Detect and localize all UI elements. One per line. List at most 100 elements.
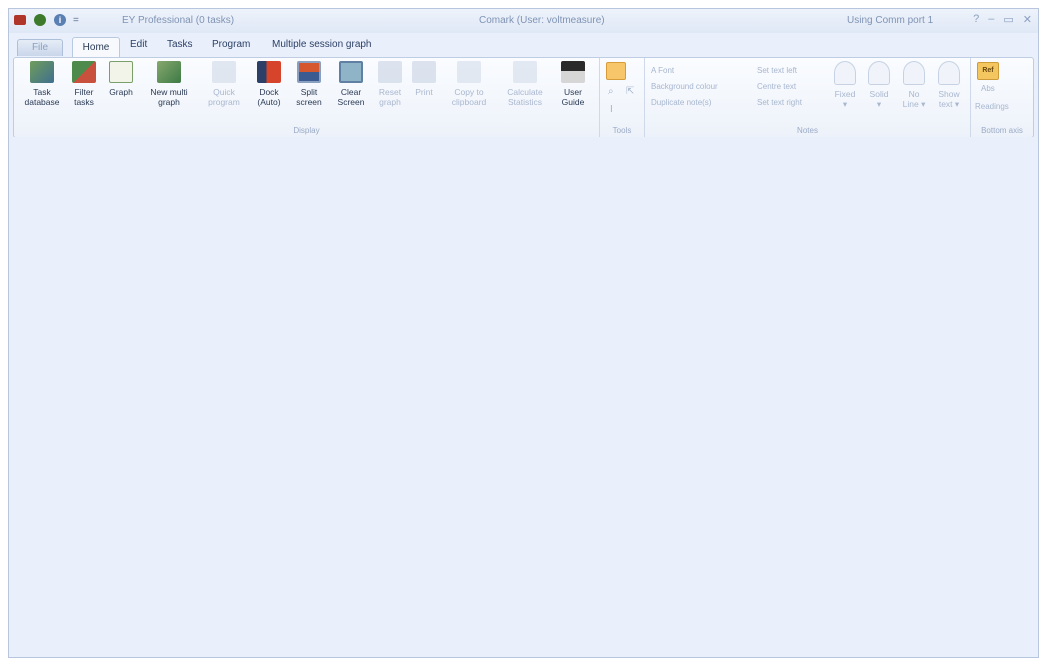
clear-screen-button[interactable]: Clear Screen (334, 61, 368, 107)
tab-program[interactable]: Program (212, 39, 250, 50)
button-label: graph (379, 97, 401, 107)
reset-graph-button[interactable]: Reset graph (374, 61, 406, 107)
print-button[interactable]: Print (410, 61, 438, 97)
help-icon[interactable]: ? (973, 13, 979, 26)
tab-home[interactable]: Home (72, 37, 120, 58)
ref-icon[interactable]: Ref (977, 62, 999, 80)
button-label: Task (33, 87, 51, 97)
readings-button[interactable]: Readings (975, 102, 1009, 111)
tab-file[interactable]: File (17, 39, 63, 56)
user-guide-button[interactable]: User Guide (556, 61, 590, 107)
button-label: Guide (561, 97, 585, 107)
button-label: Screen (337, 97, 365, 107)
group-display: Task database Filter tasks Graph New mul… (14, 58, 600, 137)
print-icon (412, 61, 436, 83)
button-label: graph (158, 97, 180, 107)
group-notes: A Font Background colour Duplicate note(… (645, 58, 971, 137)
button-label: Quick (213, 87, 235, 97)
group-label-display: Display (293, 126, 320, 135)
text-cursor-icon[interactable]: I (610, 104, 613, 115)
split-screen-button[interactable]: Split screen (292, 61, 326, 107)
button-label: Clear (340, 87, 362, 97)
abs-button[interactable]: Abs (981, 84, 995, 93)
centre-text-button[interactable]: Centre text (757, 82, 796, 91)
button-label: Statistics (507, 97, 542, 107)
button-label: program (208, 97, 240, 107)
dock-auto-button[interactable]: Dock (Auto) (252, 61, 286, 107)
button-label: Line ▾ (902, 99, 926, 109)
button-label: Graph (109, 87, 133, 97)
quick-program-icon (212, 61, 236, 83)
tab-multiple-session-graph[interactable]: Multiple session graph (272, 39, 372, 50)
app-menu-icon[interactable] (13, 13, 27, 27)
tab-edit[interactable]: Edit (130, 39, 147, 50)
set-text-right-button[interactable]: Set text right (757, 98, 802, 107)
task-database-button[interactable]: Task database (22, 61, 62, 107)
minimize-button[interactable]: – (988, 13, 994, 26)
button-label: Reset (378, 87, 402, 97)
note-line-icon (903, 61, 925, 85)
set-text-left-button[interactable]: Set text left (757, 66, 797, 75)
button-label: New multi (150, 87, 188, 97)
group-bottom-axis: Ref Abs Readings Bottom axis (971, 58, 1033, 137)
reset-graph-icon (378, 61, 402, 83)
show-text-dropdown[interactable]: Show text ▾ (933, 61, 965, 109)
qat-dropdown-icon[interactable]: = (73, 15, 79, 26)
new-multi-graph-button[interactable]: New multi graph (144, 61, 194, 107)
fixed-dropdown[interactable]: Fixed ▾ (831, 61, 859, 109)
maximize-button[interactable]: ▭ (1003, 13, 1013, 26)
ribbon: Task database Filter tasks Graph New mul… (13, 57, 1034, 138)
group-label-tools: Tools (612, 126, 632, 135)
button-label: ▾ (876, 99, 882, 109)
calculate-statistics-button[interactable]: Calculate Statistics (502, 61, 548, 107)
main-workspace[interactable] (9, 137, 1038, 657)
button-label: User (564, 87, 582, 97)
window-controls: ? – ▭ ✕ (973, 13, 1032, 26)
quick-access-toolbar: i = (13, 13, 79, 27)
split-screen-icon (297, 61, 321, 83)
pointer-tool-icon[interactable] (606, 62, 626, 80)
group-label-notes: Notes (797, 126, 818, 135)
group-label-bottom-axis: Bottom axis (981, 126, 1023, 135)
copy-to-clipboard-button[interactable]: Copy to clipboard (446, 61, 492, 107)
graduation-cap-icon (561, 61, 585, 83)
button-label: Filter (74, 87, 94, 97)
app-title: EY Professional (0 tasks) (122, 15, 235, 26)
close-button[interactable]: ✕ (1023, 13, 1032, 26)
quick-program-button[interactable]: Quick program (204, 61, 244, 107)
no-line-dropdown[interactable]: No Line ▾ (899, 61, 929, 109)
button-label: text ▾ (938, 99, 960, 109)
button-label: Solid (869, 89, 889, 99)
dock-icon (257, 61, 281, 83)
button-label: No (908, 89, 920, 99)
ribbon-tabs: File Home Edit Tasks Program Multiple se… (9, 35, 1038, 58)
info-icon[interactable]: i (53, 13, 67, 27)
filter-tasks-button[interactable]: Filter tasks (68, 61, 100, 107)
button-label: Show (938, 89, 960, 99)
zoom-tool-icon[interactable]: ⌕ (608, 86, 614, 97)
button-label: Copy to (454, 87, 484, 97)
note-fixed-icon (834, 61, 856, 85)
graph-button[interactable]: Graph (104, 61, 138, 97)
duplicate-notes-button[interactable]: Duplicate note(s) (651, 98, 711, 107)
font-button[interactable]: A Font (651, 66, 674, 75)
button-label: Split (300, 87, 318, 97)
note-text-icon (938, 61, 960, 85)
group-tools: ⌕ ⇱ I Tools (600, 58, 645, 137)
background-colour-button[interactable]: Background colour (651, 82, 718, 91)
clipboard-icon (457, 61, 481, 83)
filter-icon (72, 61, 96, 83)
solid-dropdown[interactable]: Solid ▾ (865, 61, 893, 109)
pan-tool-icon[interactable]: ⇱ (626, 86, 634, 97)
new-multi-graph-icon (157, 61, 181, 83)
title-bar: i = EY Professional (0 tasks) Comark (Us… (9, 9, 1038, 33)
graph-icon (109, 61, 133, 83)
button-label: ▾ (842, 99, 848, 109)
port-status: Using Comm port 1 (847, 15, 934, 26)
tab-tasks[interactable]: Tasks (167, 39, 193, 50)
button-label: Print (415, 87, 433, 97)
calculator-icon (513, 61, 537, 83)
button-label: (Auto) (257, 97, 281, 107)
start-icon[interactable] (33, 13, 47, 27)
button-label: tasks (74, 97, 94, 107)
